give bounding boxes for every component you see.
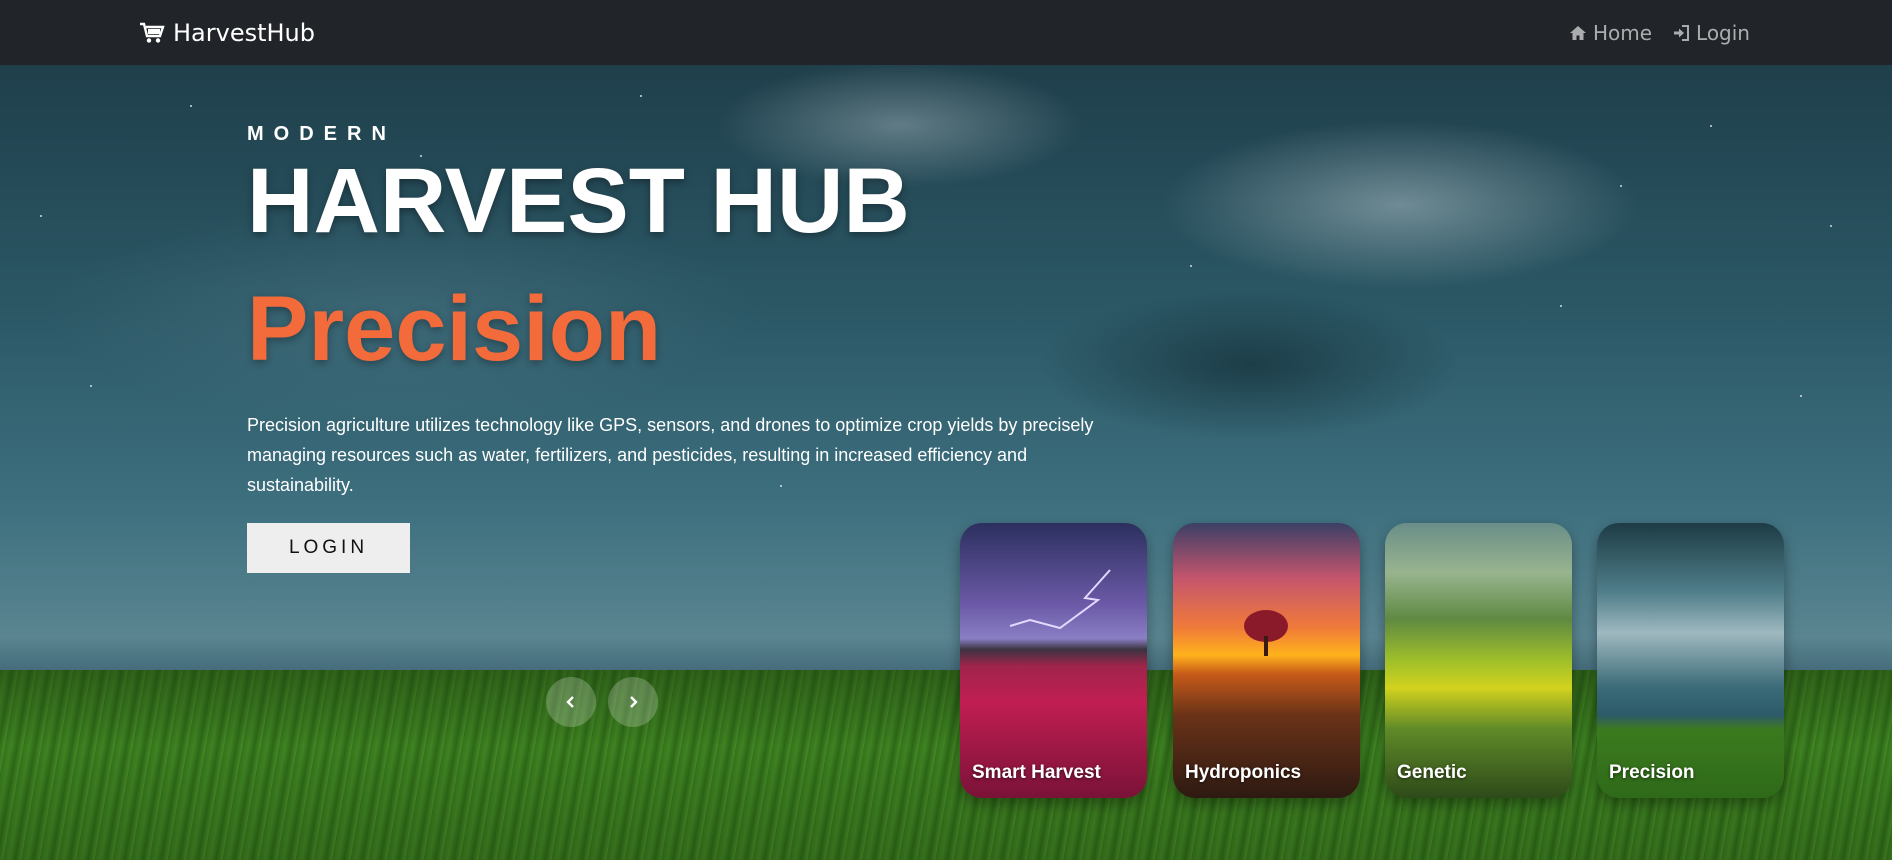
carousel-card-precision[interactable]: Precision — [1597, 523, 1784, 798]
hero-title: HARVEST HUB — [247, 150, 910, 252]
nav-home-link[interactable]: Home — [1569, 21, 1652, 45]
nav-links: Home Login — [1569, 0, 1750, 65]
hero-description: Precision agriculture utilizes technolog… — [247, 415, 1094, 495]
card-label: Hydroponics — [1185, 762, 1302, 783]
hero-eyebrow: MODERN — [247, 123, 396, 145]
nav-home-label: Home — [1592, 20, 1653, 45]
carousel-next-button[interactable] — [608, 677, 658, 727]
card-label: Precision — [1609, 762, 1695, 783]
hero-section: MODERN HARVEST HUB Precision Precision a… — [0, 65, 1892, 860]
chevron-left-icon — [566, 696, 574, 708]
nav-login-link[interactable]: Login — [1672, 21, 1750, 45]
lightning-image — [1009, 569, 1111, 630]
tree-image — [1244, 610, 1288, 656]
card-label: Genetic — [1397, 762, 1467, 783]
carousel-prev-button[interactable] — [546, 677, 596, 727]
hero-subtitle: Precision — [247, 278, 662, 380]
chevron-right-icon — [630, 696, 638, 708]
nav-login-label: Login — [1696, 20, 1750, 45]
navbar: HarvestHub Home Login — [0, 0, 1892, 65]
brand-link[interactable]: HarvestHub — [139, 0, 315, 65]
cart-icon — [140, 22, 165, 43]
card-label: Smart Harvest — [972, 762, 1101, 783]
hero-login-button[interactable]: LOGIN — [247, 523, 410, 573]
carousel-card-smart-harvest[interactable]: Smart Harvest — [960, 523, 1147, 798]
home-icon — [1569, 25, 1586, 40]
carousel-card-hydroponics[interactable]: Hydroponics — [1173, 523, 1360, 798]
login-icon — [1674, 24, 1690, 41]
carousel-card-genetic[interactable]: Genetic — [1385, 523, 1572, 798]
brand-name: HarvestHub — [173, 18, 315, 47]
